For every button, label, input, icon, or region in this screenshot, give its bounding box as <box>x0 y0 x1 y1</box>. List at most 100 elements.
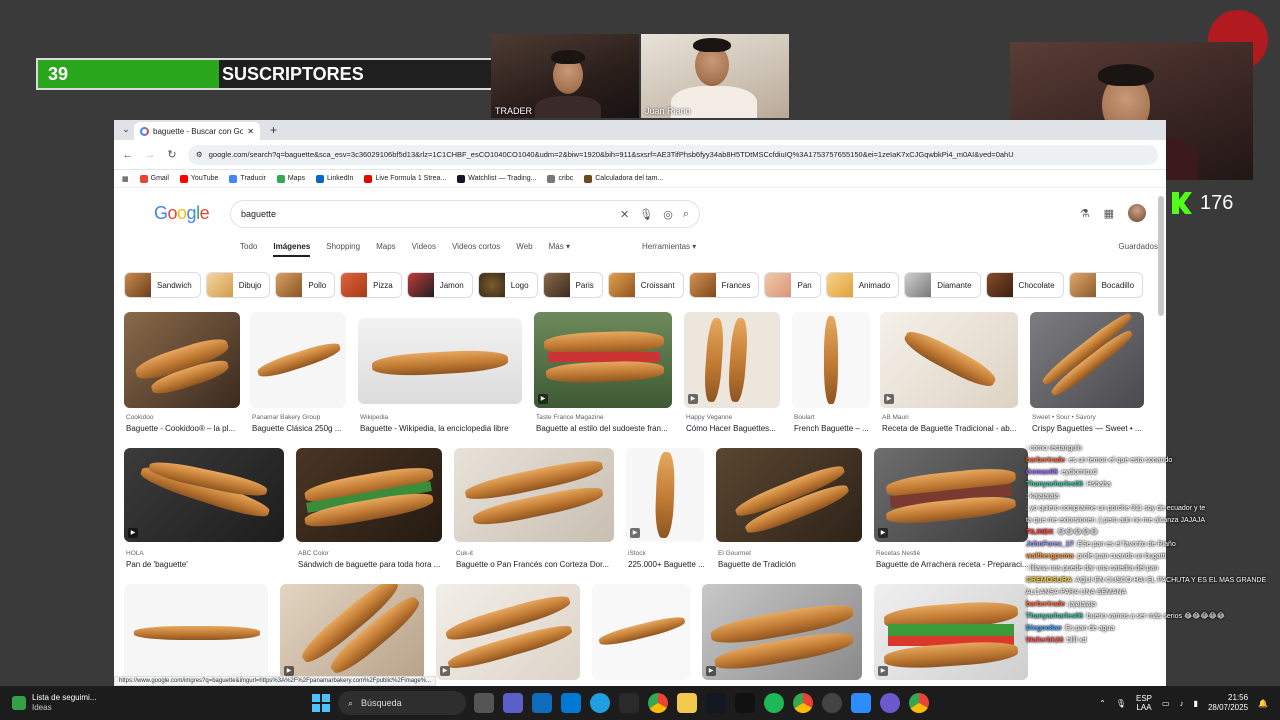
image-result[interactable]: ▶ AB Mauri Receta de Baguette Tradiciona… <box>880 312 1020 436</box>
result-thumbnail[interactable] <box>592 584 690 680</box>
chip-jamon[interactable]: Jamon <box>406 272 473 298</box>
result-title[interactable]: Baguette Clásica 250g ... <box>252 424 348 433</box>
chip-pan[interactable]: Pan <box>764 272 821 298</box>
result-title[interactable]: Baguette - Wikipedia, la enciclopedia li… <box>360 424 526 433</box>
result-source[interactable]: Cuk-it <box>456 550 473 557</box>
network-icon[interactable]: ▭ <box>1162 699 1170 708</box>
lens-icon[interactable]: ◎ <box>663 208 673 221</box>
new-tab-button[interactable]: + <box>270 123 277 140</box>
microphone-icon[interactable]: 🎙 <box>1116 699 1126 708</box>
result-thumbnail[interactable] <box>454 448 614 542</box>
result-thumbnail[interactable] <box>792 312 870 408</box>
result-thumbnail[interactable]: ▶ <box>534 312 672 408</box>
tab-videos[interactable]: Videos <box>412 242 436 257</box>
result-source[interactable]: HOLA <box>126 550 144 557</box>
language-indicator[interactable]: ESP LAA <box>1136 694 1152 712</box>
edge-icon[interactable] <box>590 693 610 713</box>
result-title[interactable]: Sándwich de baguette para toda hora ... <box>298 560 446 569</box>
url-field[interactable]: ⚙ google.com/search?q=baguette&sca_esv=3… <box>188 144 1158 165</box>
browser-tab[interactable]: baguette - Buscar con Google ✕ <box>134 122 260 140</box>
result-title[interactable]: Cómo Hacer Baguettes... <box>686 424 784 433</box>
image-result[interactable]: ▶ <box>874 584 1030 684</box>
search-query[interactable]: baguette <box>241 209 610 219</box>
result-source[interactable]: Sweet • Sour • Savory <box>1032 414 1096 421</box>
site-info-icon[interactable]: ⚙ <box>196 150 203 159</box>
result-thumbnail[interactable]: ▶ <box>684 312 780 408</box>
result-thumbnail[interactable]: ▶ <box>436 584 580 680</box>
result-thumbnail[interactable] <box>716 448 862 542</box>
file-explorer-icon[interactable] <box>677 693 697 713</box>
forward-icon[interactable]: → <box>144 149 156 161</box>
zoom-icon[interactable] <box>851 693 871 713</box>
result-thumbnail[interactable] <box>250 312 346 408</box>
result-source[interactable]: iStock <box>628 550 646 557</box>
back-icon[interactable]: ← <box>122 149 134 161</box>
chevron-up-icon[interactable]: ⌃ <box>1099 699 1106 708</box>
result-thumbnail[interactable] <box>124 312 240 408</box>
chrome-icon[interactable] <box>648 693 668 713</box>
bookmark-gmail[interactable]: Gmail <box>139 174 169 183</box>
chip-logo[interactable]: Logo <box>477 272 538 298</box>
result-title[interactable]: Baguette al estilo del sudoeste fran... <box>536 424 676 433</box>
result-title[interactable]: Baguette o Pan Francés con Corteza Dor..… <box>456 560 618 569</box>
result-thumbnail[interactable]: ▶ <box>702 584 862 680</box>
result-title[interactable]: French Baguette – ... <box>794 424 874 433</box>
tools-button[interactable]: Herramientas ▾ <box>642 242 696 251</box>
result-source[interactable]: ABC Color <box>298 550 329 557</box>
image-result[interactable]: ▶ Taste France Magazine Baguette al esti… <box>534 312 674 436</box>
search-box[interactable]: baguette ✕ 🎙 ◎ ⌕ <box>230 200 700 228</box>
chip-pizza[interactable]: Pizza <box>340 272 402 298</box>
result-title[interactable]: Pan de 'baguette' <box>126 560 288 569</box>
notifications-icon[interactable]: 🔔 <box>1258 699 1268 708</box>
result-source[interactable]: Panamar Bakery Group <box>252 414 320 421</box>
result-thumbnail[interactable]: ▶ <box>280 584 424 680</box>
result-title[interactable]: Baguette de Tradición <box>718 560 866 569</box>
bookmark-calculadora[interactable]: Calculadora del tam... <box>584 174 663 183</box>
chip-pollo[interactable]: Pollo <box>275 272 336 298</box>
result-source[interactable]: El Gourmet <box>718 550 751 557</box>
bookmark-formula1[interactable]: Live Formula 1 Strea... <box>364 174 446 183</box>
widgets-button[interactable]: Lista de seguimi... Ideas <box>12 693 312 713</box>
bookmark-cribc[interactable]: cribc <box>547 174 573 183</box>
chip-diamante[interactable]: Diamante <box>904 272 981 298</box>
google-apps-icon[interactable]: ▦ <box>1104 207 1114 220</box>
bookmark-linkedin[interactable]: LinkedIn <box>315 174 353 183</box>
image-result[interactable]: ▶ Recetas Nestlé Baguette de Arrachera r… <box>874 448 1030 572</box>
close-tab-icon[interactable]: ✕ <box>247 127 254 136</box>
bookmark-maps[interactable]: Maps <box>276 174 305 183</box>
battery-icon[interactable]: ▮ <box>1194 699 1198 708</box>
bookmark-tradingview[interactable]: Watchlist — Trading... <box>457 174 536 183</box>
tab-shopping[interactable]: Shopping <box>326 242 360 257</box>
tab-search-chevron-icon[interactable]: ⌄ <box>118 124 134 140</box>
avatar[interactable] <box>1128 204 1146 222</box>
tab-todo[interactable]: Todo <box>240 242 257 257</box>
image-result[interactable] <box>124 584 270 684</box>
result-source[interactable]: Happy Veganne <box>686 414 732 421</box>
chip-croissant[interactable]: Croissant <box>607 272 684 298</box>
result-thumbnail[interactable]: ▶ <box>874 584 1028 680</box>
image-result[interactable]: El Gourmet Baguette de Tradición <box>716 448 864 572</box>
result-thumbnail[interactable]: ▶ <box>874 448 1028 542</box>
result-thumbnail[interactable] <box>124 584 268 680</box>
result-title[interactable]: Baguette de Arrachera receta - Preparaci… <box>876 560 1032 569</box>
search-icon[interactable]: ⌕ <box>683 208 689 221</box>
task-view-icon[interactable] <box>474 693 494 713</box>
chrome-profile-icon[interactable] <box>909 693 929 713</box>
chip-sandwich[interactable]: Sandwich <box>124 272 201 298</box>
result-source[interactable]: Wikipedia <box>360 414 388 421</box>
app-icon[interactable] <box>880 693 900 713</box>
chip-bocadillo[interactable]: Bocadillo <box>1068 272 1144 298</box>
chip-dibujo[interactable]: Dibujo <box>205 272 271 298</box>
chrome-active-icon[interactable] <box>793 693 813 713</box>
result-title[interactable]: Receta de Baguette Tradicional - ab... <box>882 424 1022 433</box>
google-logo[interactable]: Google <box>154 203 210 224</box>
chip-paris[interactable]: Paris <box>542 272 603 298</box>
image-result[interactable]: Sweet • Sour • Savory Crispy Baguettes —… <box>1030 312 1146 436</box>
tab-imagenes[interactable]: Imágenes <box>273 242 311 257</box>
tab-mas[interactable]: Más ▾ <box>549 242 570 257</box>
bookmark-traducir[interactable]: Traducir <box>229 174 266 183</box>
image-result[interactable]: Panamar Bakery Group Baguette Clásica 25… <box>250 312 346 436</box>
chip-frances[interactable]: Frances <box>688 272 760 298</box>
tab-web[interactable]: Web <box>516 242 532 257</box>
teams-icon[interactable] <box>503 693 523 713</box>
